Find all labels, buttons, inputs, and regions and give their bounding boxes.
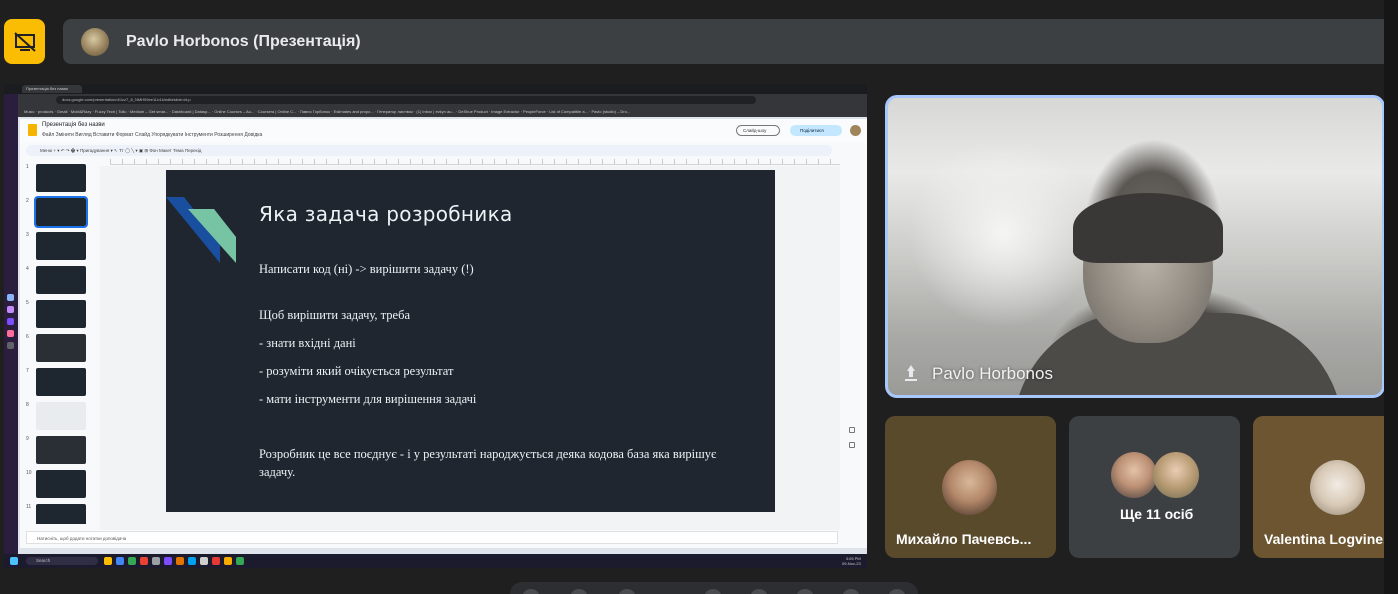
- speaker-name: Pavlo Horbonos: [932, 364, 1053, 383]
- pin-icon: [905, 365, 917, 381]
- os-side-strip: [4, 94, 18, 558]
- url-field[interactable]: docs.google.com/presentation/d/1cz7_8_NM…: [56, 96, 756, 104]
- slide-thumbnail[interactable]: 9: [26, 436, 88, 466]
- taskbar-app-icon[interactable]: [236, 557, 244, 565]
- slides-header: Презентація без назви Файл Змінити Вигля…: [20, 119, 867, 143]
- slide-thumbnail[interactable]: 10: [26, 470, 88, 500]
- taskbar-app-icon[interactable]: [104, 557, 112, 565]
- avatar: [1310, 460, 1365, 515]
- app-icon[interactable]: [7, 318, 14, 325]
- control-button[interactable]: [750, 589, 768, 594]
- slide-text-line: - мати інструменти для вирішення задачі: [259, 392, 477, 406]
- slide-thumbnail[interactable]: 2: [26, 196, 88, 228]
- call-controls-bar: [510, 582, 918, 594]
- stop-presenting-button[interactable]: [4, 19, 45, 64]
- app-icon[interactable]: [7, 306, 14, 313]
- slide-text-line: Розробник це все поєднує - і у результат…: [259, 447, 717, 461]
- menu-bar[interactable]: Файл Змінити Вигляд Вставити Формат Слай…: [42, 132, 262, 138]
- app-icon[interactable]: [7, 330, 14, 337]
- slides-toolbar[interactable]: Меню + ▾ ↶ ↷ 🖶 ▾ Пригадування ▾ ↖ Tт ◯ ╲…: [26, 145, 832, 156]
- browser-address-bar: docs.google.com/presentation/d/1cz7_8_NM…: [4, 94, 867, 106]
- windows-start-icon[interactable]: [10, 557, 18, 565]
- share-button[interactable]: Поділитися: [790, 125, 842, 136]
- slide-thumbnail[interactable]: 6: [26, 334, 88, 364]
- slide-thumbnail[interactable]: 4: [26, 266, 88, 296]
- slide-decoration-chevron: [166, 197, 236, 263]
- taskbar-app-icon[interactable]: [212, 557, 220, 565]
- slide-text-line: задачу.: [259, 465, 296, 479]
- slide-text-line: - знати вхідні дані: [259, 336, 356, 350]
- slide-thumbnail[interactable]: 3: [26, 232, 88, 262]
- slides-app: Презентація без назви Файл Змінити Вигля…: [20, 119, 867, 548]
- control-button[interactable]: [618, 589, 636, 594]
- os-taskbar: Search 3:05 PM 09-Nov-23: [4, 554, 867, 568]
- window-edge: [1384, 0, 1398, 594]
- taskbar-search[interactable]: Search: [26, 557, 98, 565]
- speaker-label: Pavlo Horbonos: [902, 364, 1053, 384]
- slide-text-line: Щоб вирішити задачу, треба: [259, 308, 411, 322]
- taskbar-app-icon[interactable]: [128, 557, 136, 565]
- avatar: [81, 27, 109, 56]
- taskbar-app-icon[interactable]: [164, 557, 172, 565]
- participant-name: Михайло Пачевсь...: [896, 531, 1032, 547]
- app-icon[interactable]: [7, 342, 14, 349]
- presenter-title: Pavlo Horbonos (Презентація): [126, 32, 361, 50]
- present-screen-off-icon: [13, 31, 36, 52]
- slide-thumbnail[interactable]: 1: [26, 164, 88, 194]
- taskbar-app-icon[interactable]: [176, 557, 184, 565]
- avatar: [1111, 452, 1157, 498]
- app-icon[interactable]: [7, 294, 14, 301]
- doc-title[interactable]: Презентація без назви: [42, 122, 105, 128]
- speaker-video-tile[interactable]: Pavlo Horbonos: [885, 95, 1385, 398]
- speaker-video: [1073, 193, 1223, 263]
- control-button[interactable]: [796, 589, 814, 594]
- slide-text-line: - розуміти який очікується результат: [259, 364, 454, 378]
- slide-text-line: Написати код (ні) -> вирішити задачу (!): [259, 262, 474, 276]
- slide-thumbnail[interactable]: 7: [26, 368, 88, 398]
- current-slide[interactable]: Яка задача розробника Написати код (ні) …: [166, 170, 775, 512]
- slide-canvas[interactable]: Яка задача розробника Написати код (ні) …: [100, 166, 840, 530]
- browser-tabbar: Презентація без назви: [4, 84, 867, 94]
- participant-tile[interactable]: Михайло Пачевсь...: [885, 416, 1056, 558]
- avatar: [1153, 452, 1199, 498]
- slide-title: Яка задача розробника: [259, 202, 513, 226]
- slide-filmstrip: 1 2 3 4 5 6 7 8 9 10 11: [20, 164, 90, 528]
- shared-screen[interactable]: Презентація без назви docs.google.com/pr…: [4, 84, 867, 568]
- notes-icon[interactable]: [849, 427, 855, 433]
- taskbar-app-icon[interactable]: [152, 557, 160, 565]
- control-button[interactable]: [704, 589, 722, 594]
- speaker-notes-field[interactable]: Натисніть, щоб додати нотатки доповідача: [26, 531, 838, 544]
- taskbar-app-icon[interactable]: [188, 557, 196, 565]
- control-button[interactable]: [570, 589, 588, 594]
- taskbar-app-icon[interactable]: [200, 557, 208, 565]
- more-participants-label: Ще 11 осіб: [1120, 506, 1194, 522]
- presenter-bar: Pavlo Horbonos (Презентація): [63, 19, 1398, 64]
- meet-window: Pavlo Horbonos (Презентація) Презентація…: [0, 0, 1398, 594]
- browser-tab[interactable]: Презентація без назви: [22, 85, 82, 93]
- slideshow-button[interactable]: Слайд-шоу: [736, 125, 780, 136]
- slides-logo-icon: [28, 124, 37, 136]
- ruler: [110, 159, 840, 165]
- taskbar-clock: 3:05 PM 09-Nov-23: [842, 556, 861, 566]
- bookmarks-bar[interactable]: Music · products · Gmail · Mobi&Razy · F…: [4, 106, 867, 117]
- participant-tile[interactable]: Ще 11 осіб: [1069, 416, 1240, 558]
- comments-icon[interactable]: [849, 442, 855, 448]
- control-button[interactable]: [522, 589, 540, 594]
- participant-tile[interactable]: Valentina Logvine...: [1253, 416, 1398, 558]
- taskbar-app-icon[interactable]: [140, 557, 148, 565]
- control-button[interactable]: [888, 589, 906, 594]
- taskbar-app-icon[interactable]: [116, 557, 124, 565]
- taskbar-app-icon[interactable]: [224, 557, 232, 565]
- participant-name: Valentina Logvine...: [1264, 531, 1395, 547]
- control-button[interactable]: [842, 589, 860, 594]
- slide-thumbnail[interactable]: 8: [26, 402, 88, 432]
- slide-thumbnail[interactable]: 5: [26, 300, 88, 330]
- avatar[interactable]: [850, 125, 861, 136]
- slide-thumbnail[interactable]: 11: [26, 504, 88, 524]
- avatar: [942, 460, 997, 515]
